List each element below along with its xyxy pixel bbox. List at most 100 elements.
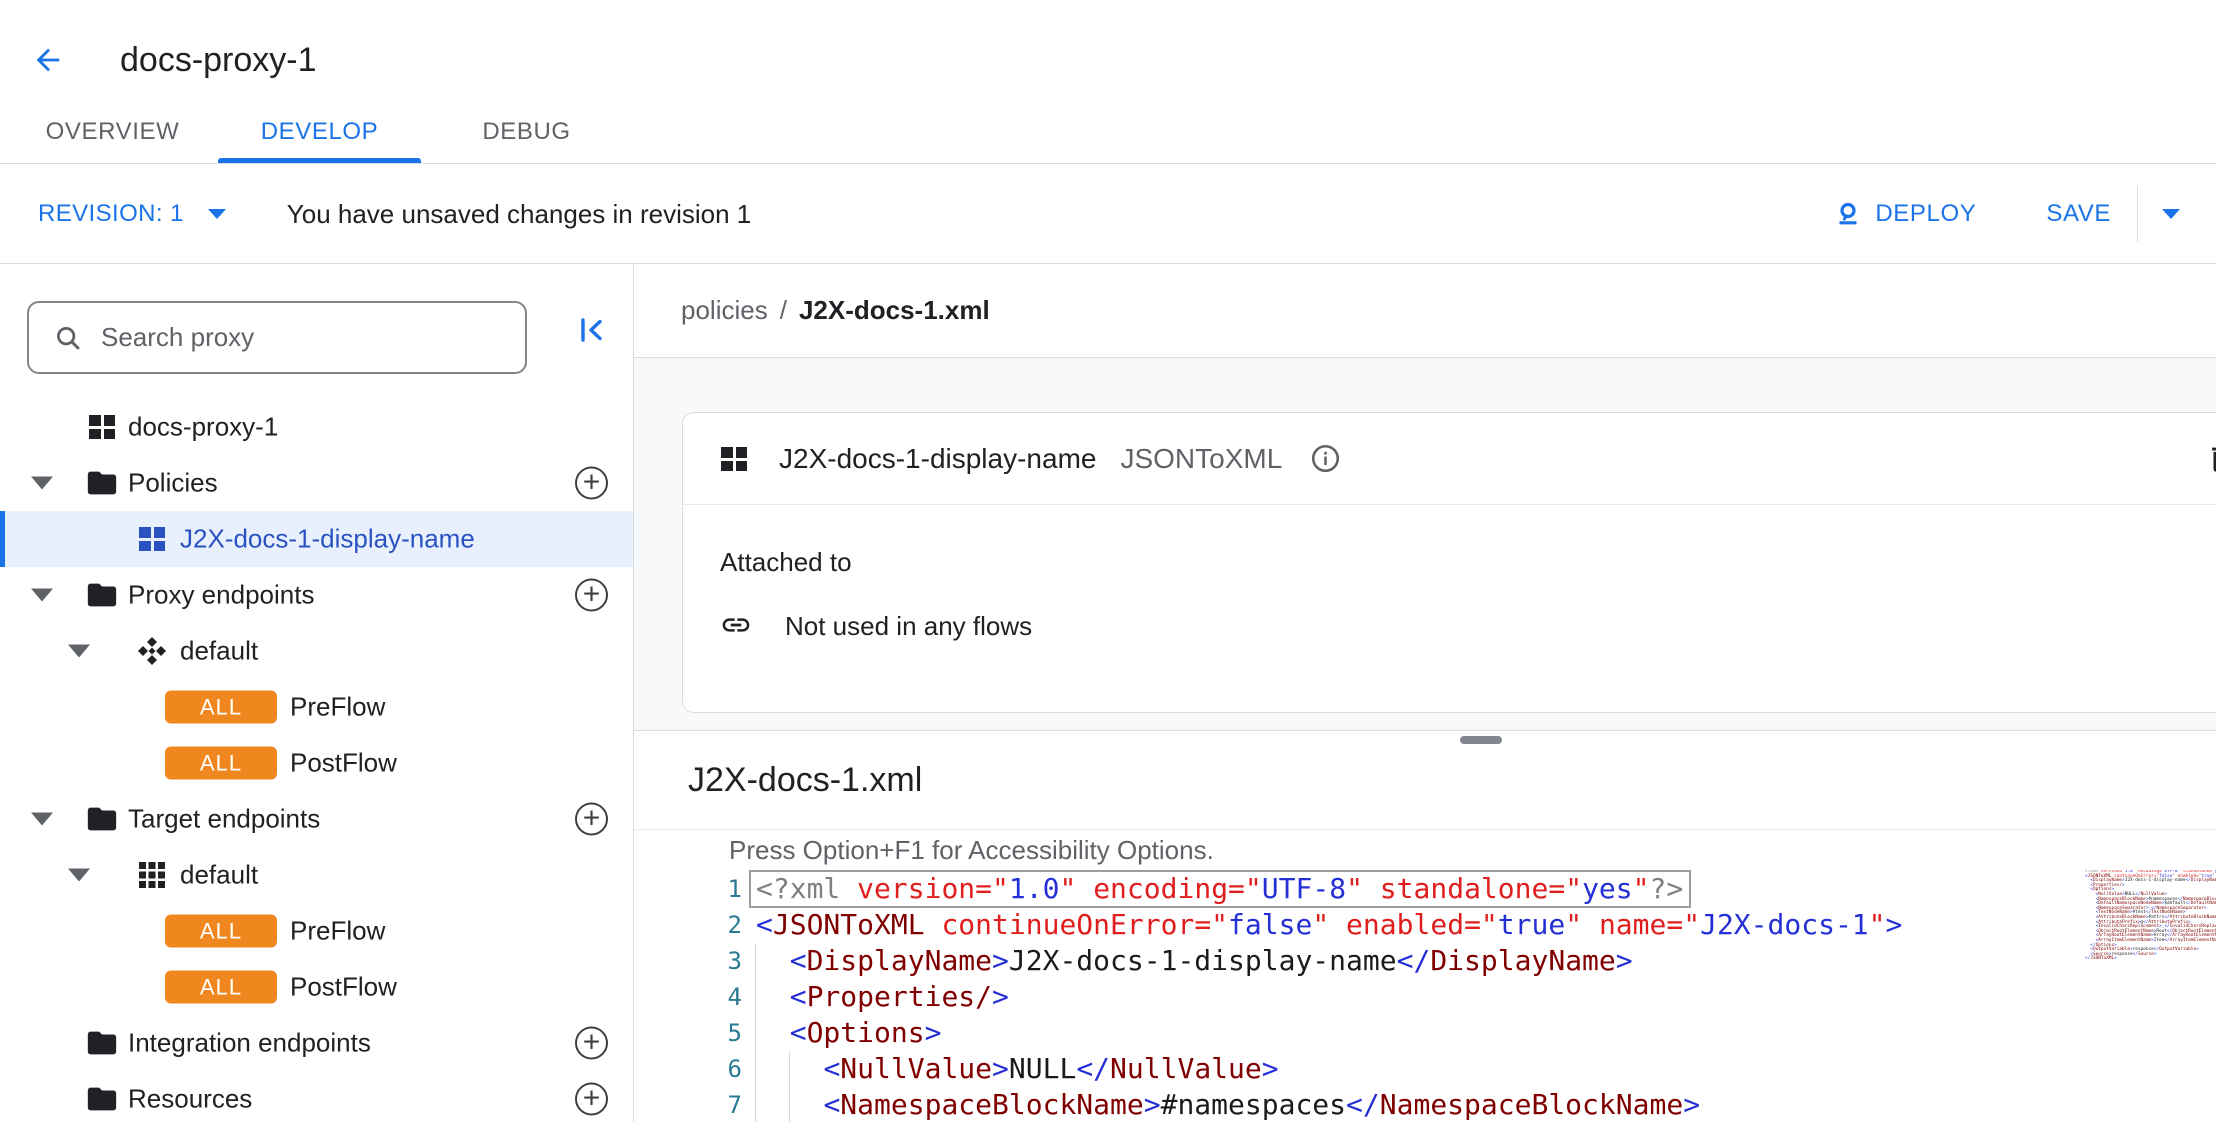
tree-item-target-endpoints[interactable]: Target endpoints + [0, 791, 633, 847]
deploy-button[interactable]: DEPLOY [1835, 200, 1976, 228]
revision-bar: REVISION: 1 You have unsaved changes in … [0, 165, 2216, 264]
add-proxy-endpoint-button[interactable]: + [575, 579, 608, 612]
flow-label: PreFlow [290, 692, 385, 723]
folder-icon [85, 1082, 119, 1116]
tree-item-label: Resources [128, 1084, 252, 1115]
page-title: docs-proxy-1 [120, 41, 317, 80]
target-grid-icon [135, 858, 169, 892]
add-resource-button[interactable]: + [575, 1083, 608, 1116]
tab-debug[interactable]: DEBUG [423, 100, 630, 163]
flow-label: PostFlow [290, 972, 397, 1003]
tree-item-proxy-endpoint-default[interactable]: default [0, 623, 633, 679]
condition-badge: ALL [165, 971, 277, 1004]
info-icon[interactable] [1310, 443, 1341, 474]
tree-item-proxy-root[interactable]: docs-proxy-1 [0, 399, 633, 455]
back-arrow-icon[interactable] [31, 43, 65, 77]
flow-label: PostFlow [290, 748, 397, 779]
accessibility-hint: Press Option+F1 for Accessibility Option… [729, 835, 1214, 866]
indent-guide [755, 943, 756, 1122]
tree-item-preflow[interactable]: ALL PreFlow [0, 679, 633, 735]
add-target-endpoint-button[interactable]: + [575, 803, 608, 836]
tree-item-label: Proxy endpoints [128, 580, 314, 611]
tree-item-label: Target endpoints [128, 804, 320, 835]
tree-item-integration-endpoints[interactable]: Integration endpoints + [0, 1015, 633, 1071]
tab-overview[interactable]: OVERVIEW [9, 100, 216, 163]
tree-item-label: default [180, 636, 258, 667]
expand-arrow-icon[interactable] [68, 869, 90, 882]
folder-icon [85, 802, 119, 836]
tree-item-preflow[interactable]: ALL PreFlow [0, 903, 633, 959]
deploy-label: DEPLOY [1875, 200, 1976, 228]
search-input[interactable] [101, 322, 501, 353]
policy-type: JSONToXML [1120, 443, 1282, 475]
app-header: docs-proxy-1 [0, 0, 2216, 100]
line-number-gutter: 1234567891011121314151617181920 [634, 871, 742, 1122]
search-icon [53, 323, 83, 353]
link-icon [720, 609, 752, 641]
code-content[interactable]: <?xml version="1.0" encoding="UTF-8" sta… [756, 871, 1902, 1122]
editor-file-title: J2X-docs-1.xml [688, 761, 922, 800]
tab-bar: OVERVIEW DEVELOP DEBUG [0, 100, 2216, 164]
indent-guide [789, 1051, 790, 1122]
breadcrumb-separator: / [780, 295, 787, 326]
tab-develop[interactable]: DEVELOP [216, 100, 423, 163]
tree-item-policies[interactable]: Policies + [0, 455, 633, 511]
expand-arrow-icon[interactable] [31, 813, 53, 826]
tree-item-resources[interactable]: Resources + [0, 1071, 633, 1122]
add-integration-endpoint-button[interactable]: + [575, 1027, 608, 1060]
editor-minimap[interactable]: <?xml version="1.0" encoding="UTF-8" sta… [2085, 870, 2216, 962]
tree-item-label: J2X-docs-1-display-name [180, 524, 475, 555]
policy-icon [135, 522, 169, 556]
editor-main-panel: policies / J2X-docs-1.xml J2X-docs-1-dis… [634, 264, 2216, 1122]
attached-to-label: Attached to [720, 547, 852, 578]
tree-item-policy-j2x[interactable]: J2X-docs-1-display-name [0, 511, 633, 567]
delete-icon[interactable] [2205, 441, 2216, 477]
expand-arrow-icon[interactable] [31, 589, 53, 602]
tree-item-label: Policies [128, 468, 218, 499]
tree-item-postflow[interactable]: ALL PostFlow [0, 735, 633, 791]
search-box[interactable] [27, 301, 527, 374]
button-divider [2137, 186, 2138, 242]
chevron-down-icon [208, 209, 226, 219]
condition-badge: ALL [165, 691, 277, 724]
revision-selector[interactable]: REVISION: 1 [38, 200, 226, 228]
policy-detail-panel: J2X-docs-1-display-name JSONToXML Attach… [634, 358, 2216, 730]
folder-icon [85, 466, 119, 500]
add-policy-button[interactable]: + [575, 467, 608, 500]
xml-code-editor[interactable]: 1234567891011121314151617181920 <?xml ve… [634, 868, 2216, 1122]
breadcrumb-section[interactable]: policies [681, 295, 768, 326]
tree-item-label: Integration endpoints [128, 1028, 371, 1059]
folder-icon [85, 1026, 119, 1060]
proxy-tree: docs-proxy-1 Policies + J2X-docs-1-displ… [0, 399, 633, 1122]
editor-title-divider [634, 829, 2216, 830]
tree-item-proxy-endpoints[interactable]: Proxy endpoints + [0, 567, 633, 623]
proxy-icon [85, 410, 119, 444]
resize-handle[interactable] [1460, 736, 1502, 744]
condition-badge: ALL [165, 747, 277, 780]
expand-arrow-icon[interactable] [68, 645, 90, 658]
proxy-explorer-sidebar: docs-proxy-1 Policies + J2X-docs-1-displ… [0, 264, 634, 1122]
policy-card: J2X-docs-1-display-name JSONToXML Attach… [682, 412, 2216, 713]
breadcrumb: policies / J2X-docs-1.xml [634, 264, 2216, 358]
usage-status-text: Not used in any flows [785, 611, 1032, 642]
save-label: SAVE [2046, 200, 2111, 228]
tree-item-label: default [180, 860, 258, 891]
tree-item-label: docs-proxy-1 [128, 412, 278, 443]
tree-item-postflow[interactable]: ALL PostFlow [0, 959, 633, 1015]
save-button[interactable]: SAVE [2046, 200, 2111, 228]
save-menu-caret-icon[interactable] [2162, 209, 2180, 219]
breadcrumb-file: J2X-docs-1.xml [799, 295, 990, 326]
policy-name: J2X-docs-1-display-name [779, 443, 1096, 475]
panel-divider [634, 730, 2216, 731]
revision-label: REVISION: 1 [38, 200, 184, 228]
policy-card-header: J2X-docs-1-display-name JSONToXML [683, 413, 2216, 505]
flow-label: PreFlow [290, 916, 385, 947]
deploy-icon [1835, 201, 1861, 227]
folder-icon [85, 578, 119, 612]
condition-badge: ALL [165, 915, 277, 948]
expand-arrow-icon[interactable] [31, 477, 53, 490]
endpoint-flow-icon [135, 634, 169, 668]
collapse-panel-icon[interactable] [577, 315, 607, 345]
tree-item-target-endpoint-default[interactable]: default [0, 847, 633, 903]
policy-icon [719, 444, 749, 474]
